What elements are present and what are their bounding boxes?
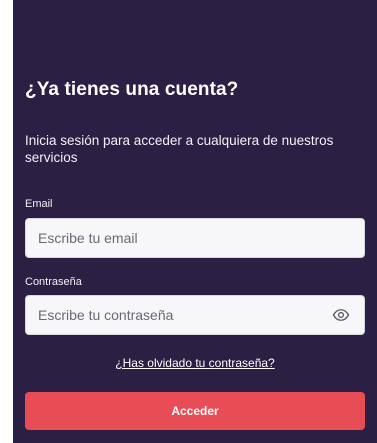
login-subtitle: Inicia sesión para acceder a cualquiera …: [25, 133, 334, 165]
email-label: Email: [25, 198, 53, 210]
password-field[interactable]: Escribe tu contraseña: [25, 295, 365, 335]
email-field[interactable]: Escribe tu email: [25, 218, 365, 258]
password-placeholder: Escribe tu contraseña: [38, 307, 174, 323]
eye-icon[interactable]: [330, 304, 352, 326]
password-label: Contraseña: [25, 276, 82, 288]
email-placeholder: Escribe tu email: [38, 230, 138, 246]
login-panel: ¿Ya tienes una cuenta? Inicia sesión par…: [13, 0, 377, 443]
login-title: ¿Ya tienes una cuenta?: [25, 79, 239, 100]
forgot-password-link[interactable]: ¿Has olvidado tu contraseña?: [13, 356, 377, 370]
submit-button[interactable]: Acceder: [25, 392, 365, 430]
